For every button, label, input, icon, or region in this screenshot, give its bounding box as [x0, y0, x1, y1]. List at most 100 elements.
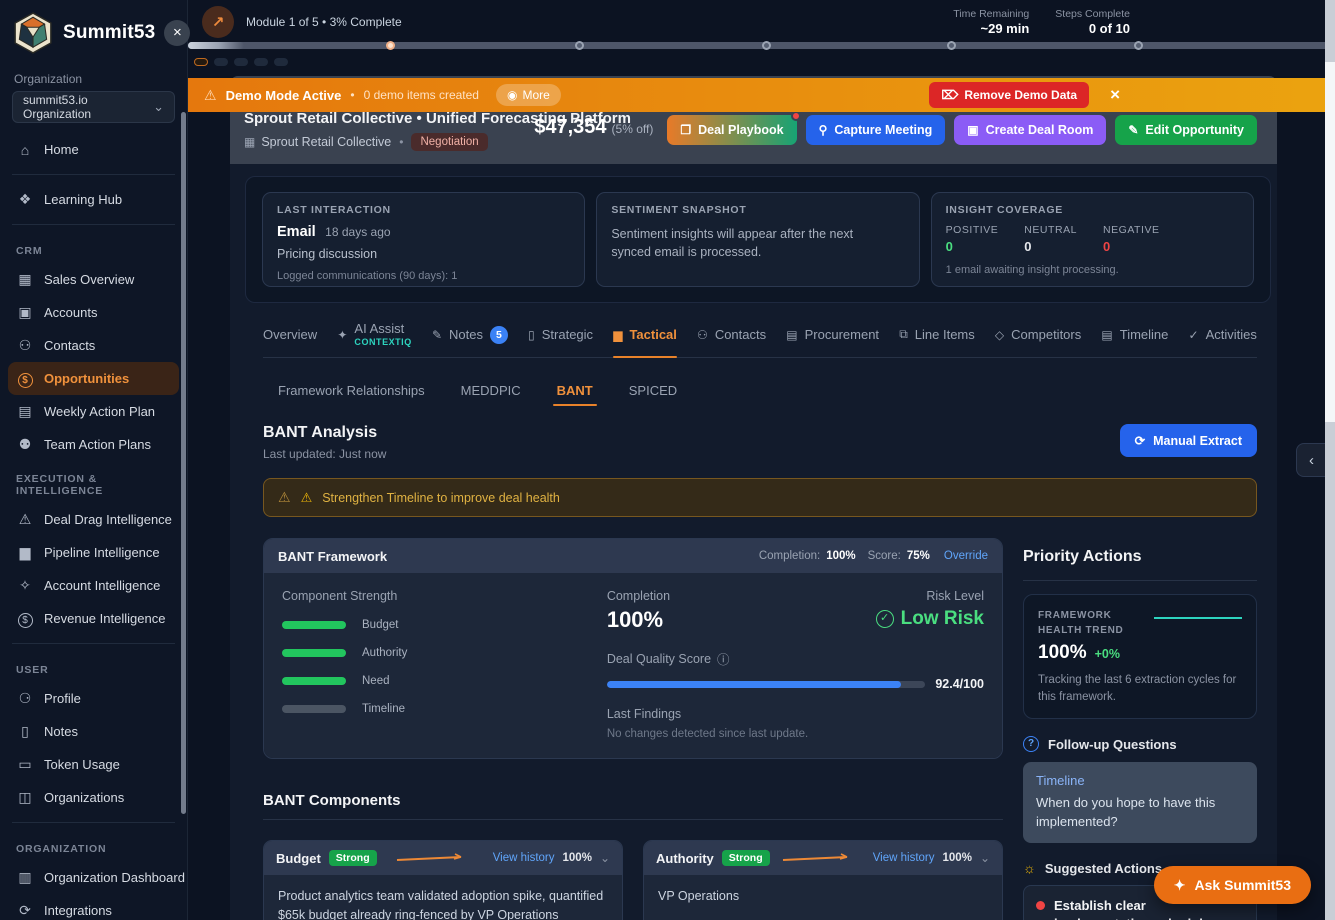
subtab-meddpic[interactable]: MEDDPIC: [461, 370, 521, 410]
subtab-framework-relationships[interactable]: Framework Relationships: [278, 370, 425, 410]
deal-quality-label: Deal Quality Score: [607, 652, 711, 666]
tab-activities[interactable]: ✓ Activities: [1189, 312, 1257, 357]
question-circle-icon: ?: [1023, 736, 1039, 752]
capture-meeting-button[interactable]: ⚲ Capture Meeting: [806, 115, 946, 145]
warning-text: Strengthen Timeline to improve deal heal…: [322, 491, 560, 505]
sidebar-item-token-usage[interactable]: ▭ Token Usage: [8, 748, 179, 781]
neutral-count: 0: [1024, 239, 1077, 254]
sentiment-body: Sentiment insights will appear after the…: [611, 225, 881, 261]
sidebar-item-organization-dashboard[interactable]: ▥ Organization Dashboard: [8, 861, 179, 894]
organization-select[interactable]: summit53.io Organization ⌄: [12, 91, 175, 123]
step-pill[interactable]: [234, 58, 248, 66]
framework-card-title: BANT Framework: [278, 549, 387, 564]
book-icon: ❐: [680, 123, 691, 137]
manual-extract-button[interactable]: ⟳ Manual Extract: [1120, 424, 1257, 457]
step-pill[interactable]: [254, 58, 268, 66]
sidebar-item-label: Token Usage: [44, 757, 120, 772]
building-icon: ▦: [244, 135, 255, 149]
sidebar-item-revenue-intelligence[interactable]: $ Revenue Intelligence: [8, 602, 179, 635]
info-icon: ⓘ: [717, 649, 730, 668]
question-text: When do you hope to have this implemente…: [1036, 794, 1244, 832]
sidebar-item-label: Accounts: [44, 305, 97, 320]
bant-components-heading: BANT Components: [263, 792, 1003, 820]
tab-competitors[interactable]: ◇ Competitors: [995, 312, 1081, 357]
sidebar-item-label: Pipeline Intelligence: [44, 545, 160, 560]
graduation-cap-icon: ❖: [16, 191, 34, 208]
sidebar-item-label: Integrations: [44, 903, 112, 918]
step-pill-current[interactable]: [194, 58, 208, 66]
sidebar-item-account-intelligence[interactable]: ✧ Account Intelligence: [8, 569, 179, 602]
demo-banner-close-button[interactable]: ×: [1110, 85, 1120, 105]
sidebar-item-accounts[interactable]: ▣ Accounts: [8, 296, 179, 329]
sidebar-item-profile[interactable]: ⚆ Profile: [8, 682, 179, 715]
sidebar-item-learning-hub[interactable]: ❖ Learning Hub: [8, 183, 179, 216]
remove-demo-data-button[interactable]: ⌦ Remove Demo Data: [929, 82, 1089, 108]
subtab-spiced[interactable]: SPICED: [629, 370, 677, 410]
building-icon: ▥: [16, 869, 34, 886]
home-icon: ⌂: [16, 142, 34, 158]
discount-label: (5% off): [612, 122, 654, 136]
component-name: Authority: [656, 851, 714, 866]
stage-badge: Negotiation: [411, 133, 487, 151]
create-deal-room-button[interactable]: ▣ Create Deal Room: [954, 115, 1106, 145]
sidebar-item-sales-overview[interactable]: ▦ Sales Overview: [8, 263, 179, 296]
sidebar-item-pipeline-intelligence[interactable]: ▆ Pipeline Intelligence: [8, 536, 179, 569]
chevron-left-icon: ‹: [1309, 452, 1314, 469]
steps-complete-label: Steps Complete: [1055, 8, 1130, 20]
warning-triangle-icon: ⚠: [204, 87, 217, 104]
subtab-bant[interactable]: BANT: [557, 370, 593, 410]
sidebar: Summit53 × Organization summit53.io Orga…: [0, 0, 188, 920]
tab-notes[interactable]: ✎ Notes 5: [432, 312, 508, 357]
demo-more-button[interactable]: ◉ More: [496, 84, 561, 106]
sidebar-item-opportunities[interactable]: $ Opportunities: [8, 362, 179, 395]
tab-procurement[interactable]: ▤ Procurement: [786, 312, 879, 357]
demo-mode-banner: ⚠ Demo Mode Active • 0 demo items create…: [188, 78, 1335, 112]
trend-sparkline-icon: [778, 852, 865, 864]
sidebar-scrollbar[interactable]: [181, 112, 186, 814]
edit-opportunity-button[interactable]: ✎ Edit Opportunity: [1115, 115, 1257, 145]
scrollbar-thumb[interactable]: [1325, 62, 1335, 422]
calendar-icon: ▤: [1101, 328, 1112, 342]
strength-row-budget: Budget: [282, 619, 577, 631]
microphone-icon: ⚲: [819, 123, 828, 137]
sidebar-item-deal-drag-intelligence[interactable]: ⚠ Deal Drag Intelligence: [8, 503, 179, 536]
tab-strategic[interactable]: ▯ Strategic: [528, 312, 593, 357]
sidebar-item-notes[interactable]: ▯ Notes: [8, 715, 179, 748]
followup-question-card[interactable]: Timeline When do you hope to have this i…: [1023, 762, 1257, 843]
tab-overview[interactable]: Overview: [263, 312, 317, 357]
deal-playbook-button[interactable]: ❐ Deal Playbook: [667, 115, 796, 145]
sidebar-item-contacts[interactable]: ⚇ Contacts: [8, 329, 179, 362]
risk-level-label: Risk Level: [876, 589, 984, 603]
calendar-icon: ▤: [16, 403, 34, 420]
module-badge: ↗: [202, 6, 234, 38]
tab-timeline[interactable]: ▤ Timeline: [1101, 312, 1168, 357]
view-history-link[interactable]: View history: [873, 852, 935, 864]
step-pill[interactable]: [214, 58, 228, 66]
sidebar-item-organizations[interactable]: ◫ Organizations: [8, 781, 179, 814]
priority-actions-title: Priority Actions: [1023, 548, 1257, 581]
tab-tactical[interactable]: ▆ Tactical: [613, 312, 677, 357]
ask-summit53-button[interactable]: ✦ Ask Summit53: [1154, 866, 1311, 904]
chevron-down-icon[interactable]: ⌄: [980, 851, 990, 865]
sidebar-item-weekly-action-plan[interactable]: ▤ Weekly Action Plan: [8, 395, 179, 428]
step-pill[interactable]: [274, 58, 288, 66]
tab-ai-assist[interactable]: ✦ AI Assist CONTEXTIQ: [337, 312, 411, 357]
chevron-down-icon[interactable]: ⌄: [600, 851, 610, 865]
override-link[interactable]: Override: [944, 550, 988, 562]
tab-contacts[interactable]: ⚇ Contacts: [697, 312, 766, 357]
trend-sparkline-icon: [385, 852, 485, 864]
card-title: INSIGHT COVERAGE: [946, 204, 1239, 216]
sidebar-item-team-action-plans[interactable]: ⚉ Team Action Plans: [8, 428, 179, 461]
window-scrollbar[interactable]: [1325, 0, 1335, 920]
strength-pill: [282, 677, 346, 685]
tab-line-items[interactable]: ⧉ Line Items: [899, 312, 975, 357]
view-history-link[interactable]: View history: [493, 852, 555, 864]
sidebar-item-label: Sales Overview: [44, 272, 134, 287]
sidebar-item-integrations[interactable]: ⟳ Integrations: [8, 894, 179, 920]
collapse-panel-button[interactable]: ‹: [1296, 443, 1326, 477]
health-trend-value: 100%: [1038, 642, 1087, 664]
sidebar-item-home[interactable]: ⌂ Home: [8, 133, 179, 166]
document-icon: ▯: [528, 328, 535, 342]
health-trend-label: FRAMEWORK HEALTH TREND: [1038, 608, 1134, 638]
sidebar-close-button[interactable]: ×: [164, 20, 190, 46]
